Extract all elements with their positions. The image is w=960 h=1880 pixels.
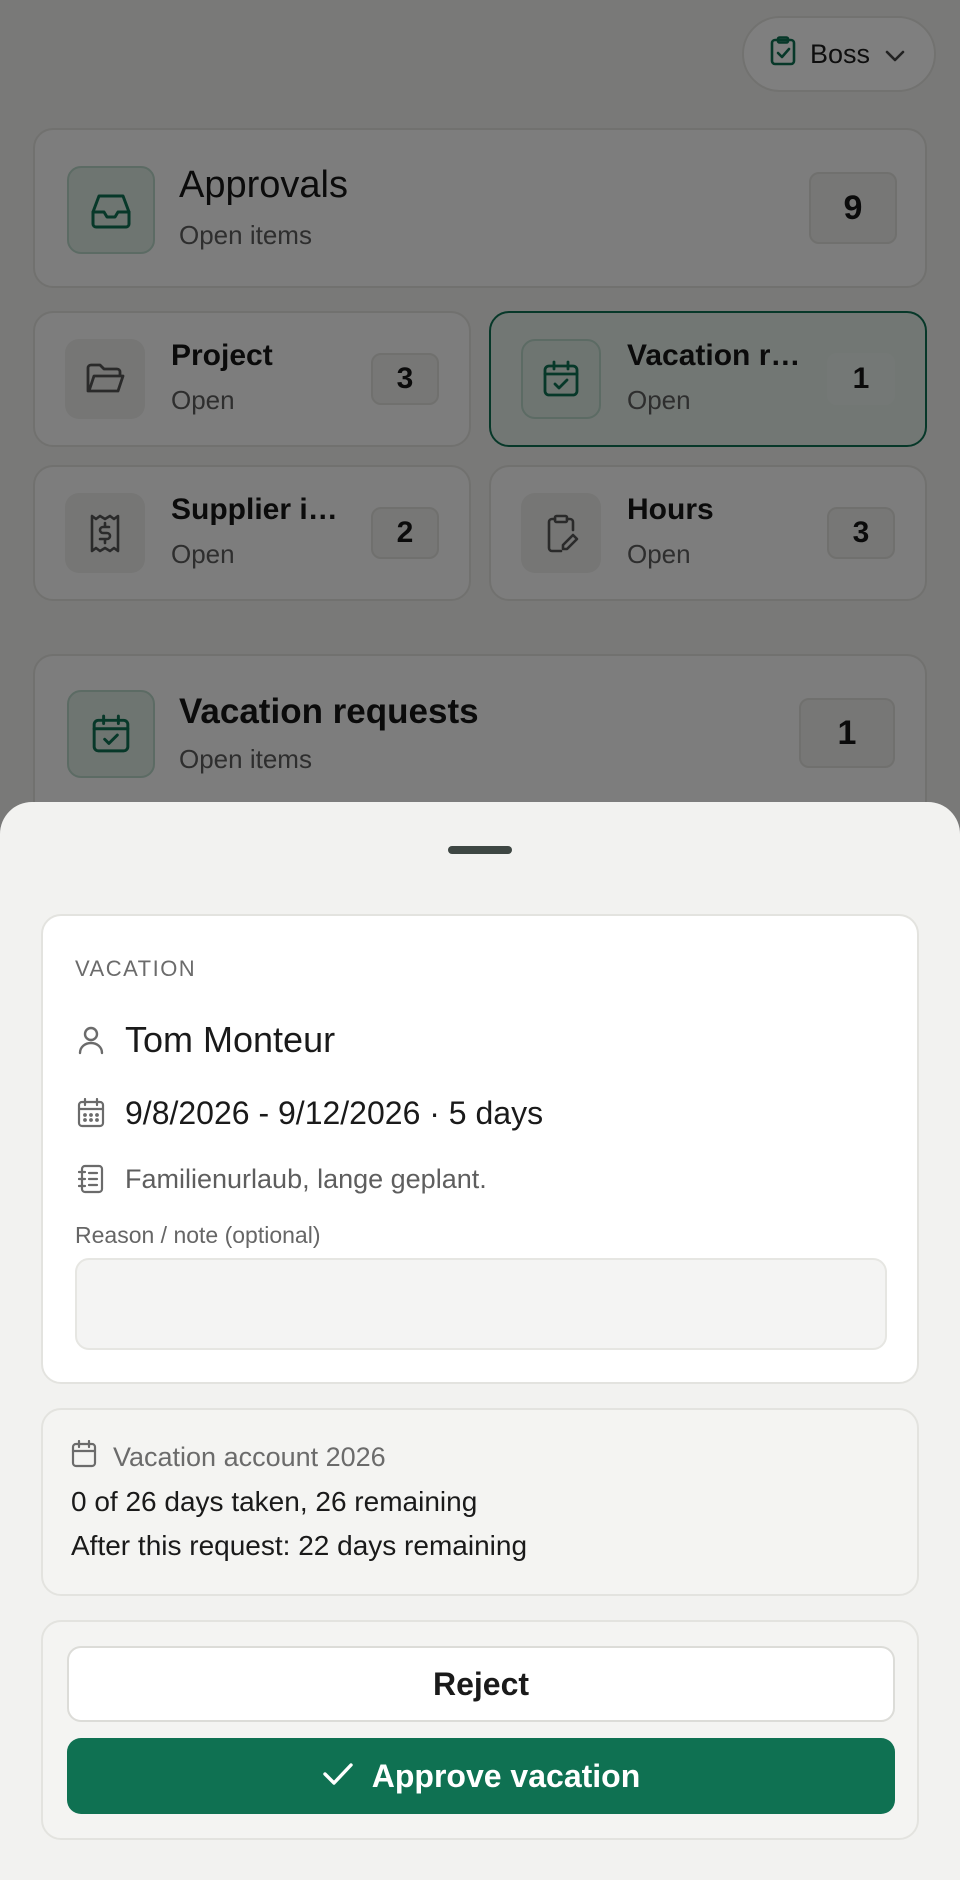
vacation-account-panel: Vacation account 2026 0 of 26 days taken… <box>41 1408 919 1596</box>
approve-vacation-button[interactable]: Approve vacation <box>67 1738 895 1814</box>
date-range-text: 9/8/2026 - 9/12/2026 · 5 days <box>125 1094 544 1131</box>
request-note-text: Familienurlaub, lange geplant. <box>125 1163 487 1194</box>
reason-label: Reason / note (optional) <box>75 1222 321 1248</box>
calendar-icon <box>71 1439 97 1475</box>
vacation-days-taken: 0 of 26 days taken, 26 remaining <box>71 1486 478 1517</box>
vacation-approval-sheet: VACATION Tom Monteur 9/8/2026 - 9/12/202… <box>0 802 960 1880</box>
employee-name: Tom Monteur <box>125 1019 336 1060</box>
vacation-days-after-request: After this request: 22 days remaining <box>71 1530 528 1561</box>
check-icon <box>322 1758 354 1795</box>
reason-input[interactable] <box>75 1258 887 1350</box>
vacation-account-title: Vacation account 2026 <box>113 1442 386 1472</box>
request-details-panel: VACATION Tom Monteur 9/8/2026 - 9/12/202… <box>41 914 919 1384</box>
employee-row: Tom Monteur <box>75 1016 335 1064</box>
reject-button[interactable]: Reject <box>67 1646 895 1722</box>
request-note-row: Familienurlaub, lange geplant. <box>75 1156 487 1202</box>
date-range-row: 9/8/2026 - 9/12/2026 · 5 days <box>75 1090 543 1136</box>
request-type-label: VACATION <box>75 956 197 981</box>
notebook-icon <box>75 1164 107 1194</box>
actions-panel: Reject Approve vacation <box>41 1620 919 1840</box>
calendar-icon <box>75 1098 107 1128</box>
approve-vacation-label: Approve vacation <box>371 1757 641 1794</box>
sheet-drag-handle[interactable] <box>448 846 512 854</box>
user-icon <box>75 1025 107 1055</box>
vacation-account-header: Vacation account 2026 <box>71 1439 386 1475</box>
